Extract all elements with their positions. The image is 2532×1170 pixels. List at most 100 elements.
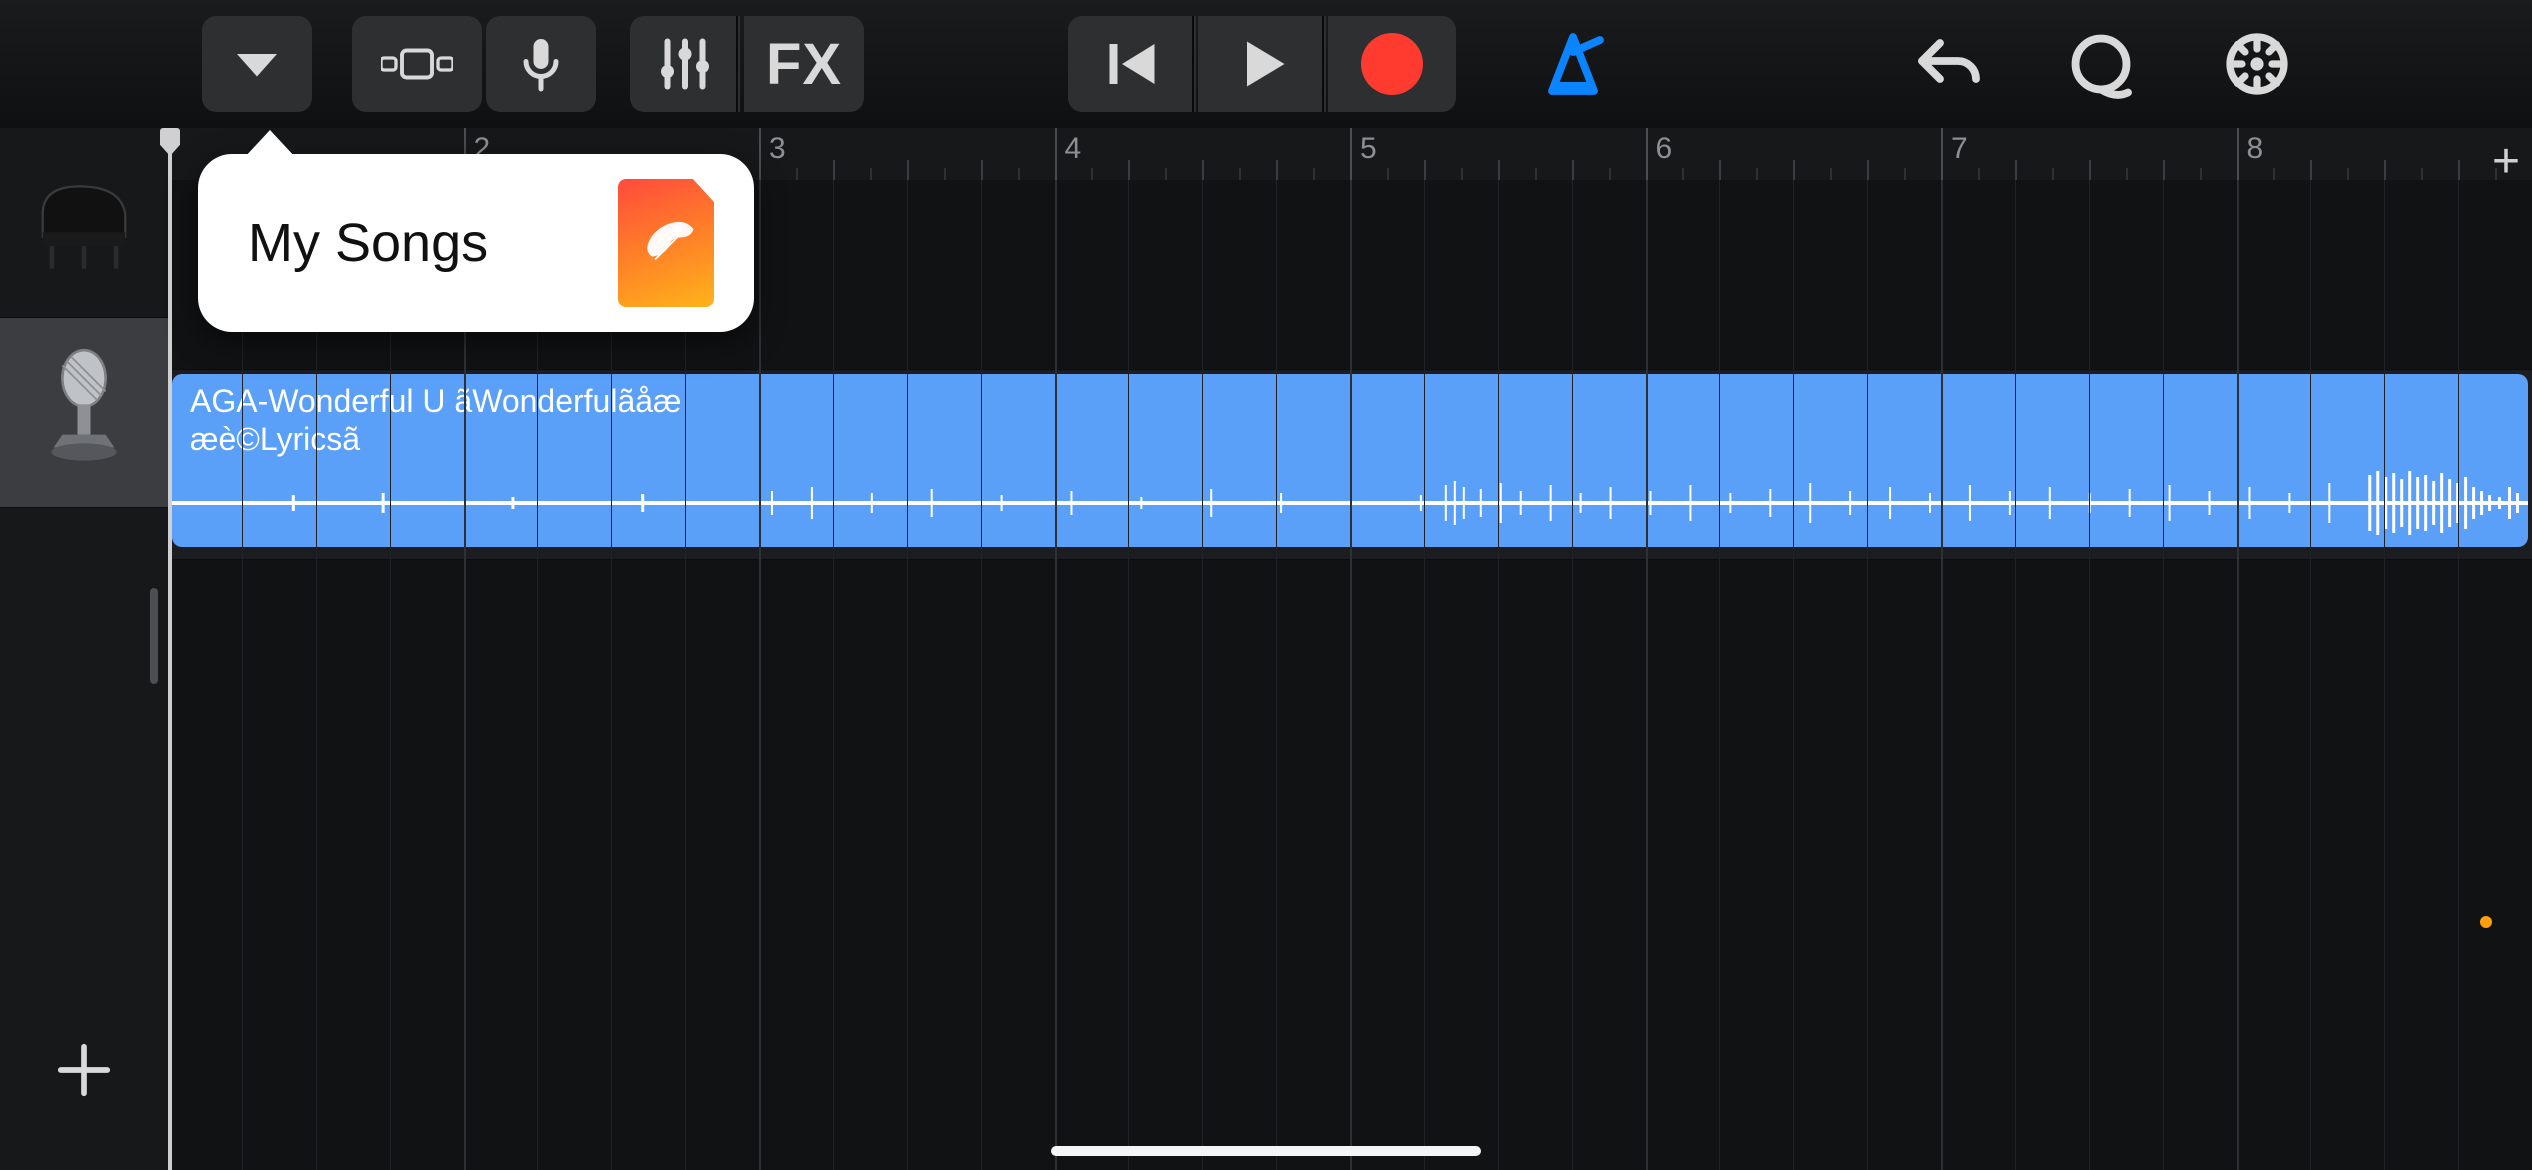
top-toolbar: FX	[0, 0, 2532, 128]
ruler-tick-beat	[833, 160, 835, 180]
ruler-tick-sub	[1756, 168, 1758, 180]
my-songs-popover[interactable]: My Songs	[198, 154, 754, 332]
gridline	[1719, 180, 1720, 1170]
ruler-tick-beat	[2310, 160, 2312, 180]
ruler-tick-beat	[2458, 160, 2460, 180]
ruler-tick-beat	[1128, 160, 1130, 180]
ruler-tick-beat	[1572, 160, 1574, 180]
play-icon	[1232, 34, 1292, 94]
gridline	[2163, 180, 2164, 1170]
ruler-tick-beat	[2015, 160, 2017, 180]
loop-icon	[2065, 28, 2137, 100]
ruler-tick-beat	[1202, 160, 1204, 180]
ruler-tick-beat	[1424, 160, 1426, 180]
ruler-tick-sub	[2495, 168, 2497, 180]
ruler-bar-label: 3	[769, 132, 786, 166]
ruler-tick-major	[1941, 128, 1943, 180]
ruler-tick-beat	[1498, 160, 1500, 180]
ruler-tick-sub	[1387, 168, 1389, 180]
toolbar-separator	[1322, 16, 1324, 112]
track-scrollbar[interactable]	[150, 588, 158, 684]
gridline	[759, 180, 761, 1170]
track-controls-button[interactable]	[630, 16, 740, 112]
metronome-icon	[1537, 28, 1609, 100]
garageband-document-icon	[618, 179, 714, 307]
ruler-tick-sub	[2200, 168, 2202, 180]
gridline	[1793, 180, 1794, 1170]
gridline	[2237, 180, 2239, 1170]
ruler-tick-beat	[2384, 160, 2386, 180]
my-songs-label: My Songs	[248, 212, 488, 274]
ruler-tick-sub	[796, 168, 798, 180]
ruler-bar-label: 4	[1065, 132, 1082, 166]
track-header-mic[interactable]	[0, 318, 168, 508]
ruler-tick-sub	[1313, 168, 1315, 180]
gridline	[1867, 180, 1868, 1170]
ruler-tick-major	[759, 128, 761, 180]
gridline	[1572, 180, 1573, 1170]
autosave-indicator	[2480, 916, 2492, 928]
ruler-bar-label: 6	[1656, 132, 1673, 166]
fx-label: FX	[766, 31, 842, 98]
record-icon	[1361, 33, 1423, 95]
playhead[interactable]	[168, 128, 172, 1170]
chevron-down-icon	[227, 34, 287, 94]
input-mic-button[interactable]	[486, 16, 596, 112]
grand-piano-icon	[29, 168, 139, 278]
gridline	[1128, 180, 1129, 1170]
undo-icon	[1913, 28, 1985, 100]
ruler-tick-sub	[1609, 168, 1611, 180]
skip-back-icon	[1102, 34, 1162, 94]
undo-button[interactable]	[1894, 16, 2004, 112]
ruler-tick-sub	[1165, 168, 1167, 180]
ruler-tick-major	[1350, 128, 1352, 180]
record-button[interactable]	[1328, 16, 1456, 112]
ruler-tick-beat	[1276, 160, 1278, 180]
ruler-tick-major	[1646, 128, 1648, 180]
fx-button[interactable]: FX	[744, 16, 864, 112]
gridline	[1055, 180, 1057, 1170]
ruler-tick-sub	[1239, 168, 1241, 180]
ruler-tick-sub	[944, 168, 946, 180]
studio-microphone-icon	[34, 348, 134, 478]
loop-browser-button[interactable]	[2046, 16, 2156, 112]
gridline	[2015, 180, 2016, 1170]
gridline	[1424, 180, 1425, 1170]
gridline	[2089, 180, 2090, 1170]
track-header-piano[interactable]	[0, 128, 168, 318]
gridline	[1646, 180, 1648, 1170]
home-indicator[interactable]	[1051, 1146, 1481, 1156]
ruler-tick-sub	[1535, 168, 1537, 180]
ruler-tick-sub	[2347, 168, 2349, 180]
settings-button[interactable]	[2202, 16, 2312, 112]
ruler-tick-sub	[1830, 168, 1832, 180]
gridline	[2458, 180, 2459, 1170]
toolbar-separator	[1192, 16, 1194, 112]
ruler-tick-sub	[1018, 168, 1020, 180]
metronome-button[interactable]	[1518, 16, 1628, 112]
ruler-tick-sub	[2421, 168, 2423, 180]
ruler-tick-beat	[981, 160, 983, 180]
ruler-tick-beat	[2089, 160, 2091, 180]
ruler-tick-sub	[1904, 168, 1906, 180]
plus-icon	[53, 1039, 115, 1101]
ruler-tick-sub	[2052, 168, 2054, 180]
gear-icon	[2221, 28, 2293, 100]
ruler-tick-beat	[1719, 160, 1721, 180]
ruler-tick-sub	[870, 168, 872, 180]
ruler-tick-sub	[2273, 168, 2275, 180]
play-button[interactable]	[1198, 16, 1326, 112]
ruler-tick-beat	[1867, 160, 1869, 180]
add-track-button[interactable]	[0, 1010, 168, 1130]
go-to-start-button[interactable]	[1068, 16, 1196, 112]
gridline	[907, 180, 908, 1170]
ruler-tick-major	[2237, 128, 2239, 180]
gridline	[1202, 180, 1203, 1170]
ruler-tick-sub	[1682, 168, 1684, 180]
gridline	[1276, 180, 1277, 1170]
ruler-tick-sub	[2126, 168, 2128, 180]
ruler-bar-label: 7	[1951, 132, 1968, 166]
song-menu-button[interactable]	[202, 16, 312, 112]
track-view-button[interactable]	[352, 16, 482, 112]
ruler-bar-label: 5	[1360, 132, 1377, 166]
